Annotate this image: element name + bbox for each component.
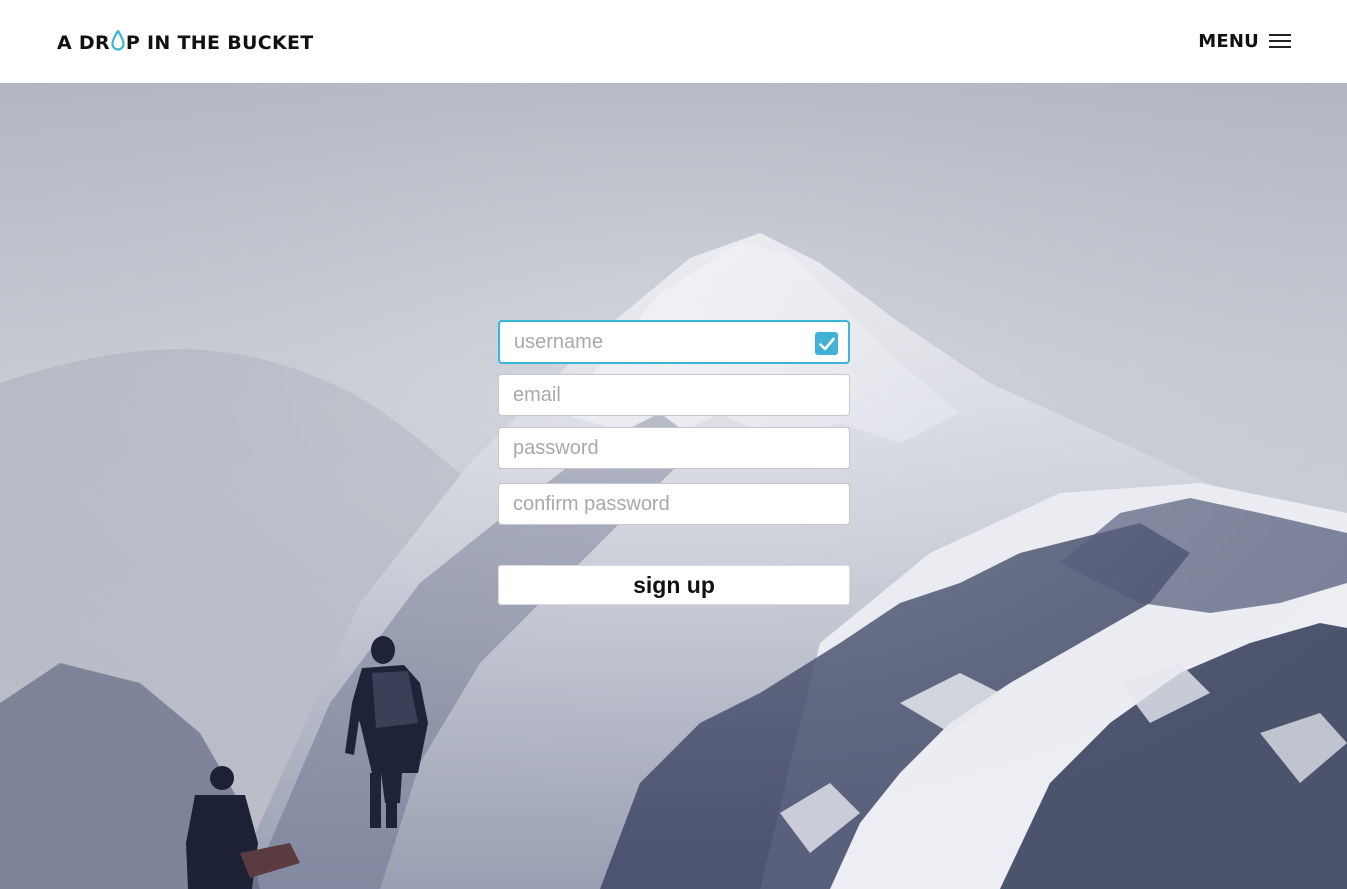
checkmark-icon[interactable] bbox=[815, 332, 838, 355]
menu-label: MENU bbox=[1198, 30, 1259, 52]
sign-up-button[interactable]: sign up bbox=[498, 565, 850, 605]
site-logo[interactable]: A DR P IN THE BUCKET bbox=[57, 29, 314, 55]
menu-button[interactable]: MENU bbox=[1198, 28, 1291, 54]
username-field-wrapper bbox=[498, 320, 850, 364]
site-header: A DR P IN THE BUCKET MENU bbox=[0, 0, 1347, 83]
water-drop-icon bbox=[111, 29, 125, 52]
confirm-password-input[interactable] bbox=[499, 484, 849, 524]
password-input[interactable] bbox=[499, 428, 849, 468]
confirm-password-field-wrapper bbox=[498, 483, 850, 525]
email-field-wrapper bbox=[498, 374, 850, 416]
hamburger-menu-icon bbox=[1269, 34, 1291, 48]
page: A DR P IN THE BUCKET MENU username email… bbox=[0, 0, 1347, 889]
email-input[interactable] bbox=[499, 375, 849, 415]
logo-text-end: P IN THE BUCKET bbox=[125, 32, 314, 54]
password-field-wrapper bbox=[498, 427, 850, 469]
username-input[interactable] bbox=[500, 322, 848, 362]
logo-text-start: A DR bbox=[57, 32, 110, 54]
